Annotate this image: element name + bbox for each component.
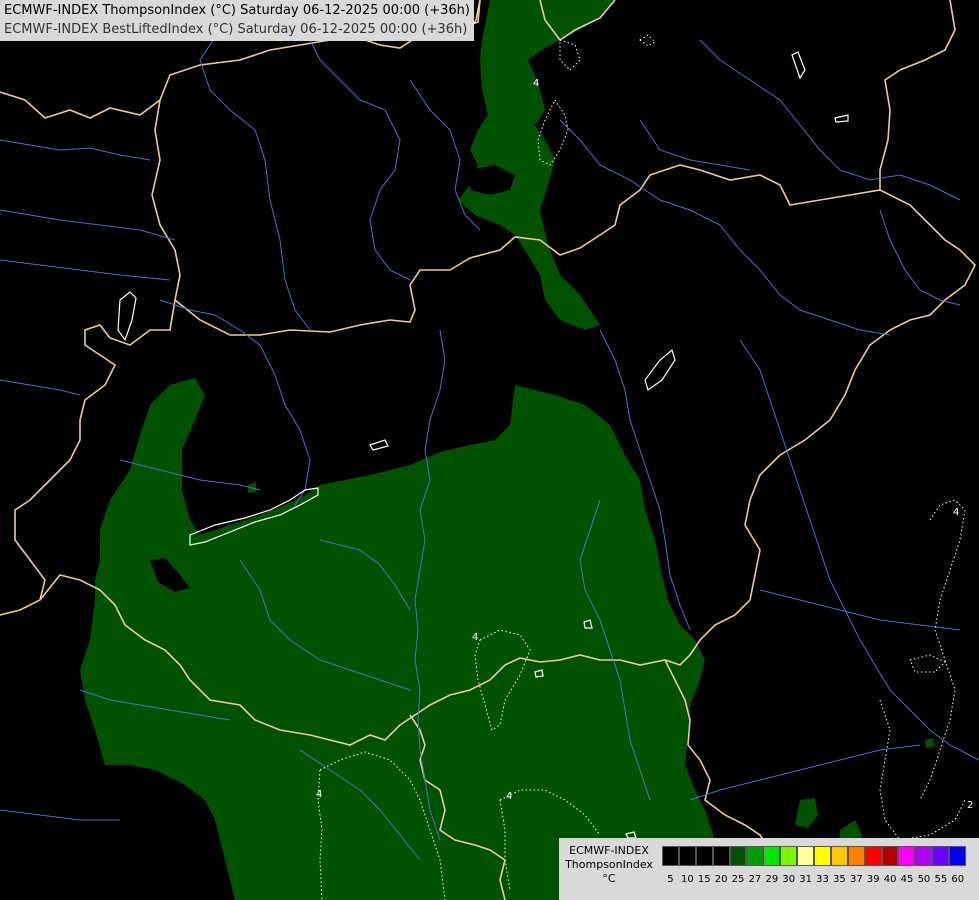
contour-label: 4 <box>316 789 322 800</box>
legend-title-line: ECMWF-INDEX <box>569 844 649 857</box>
legend-tick-label: 37 <box>849 874 863 885</box>
legend-swatch <box>932 846 950 866</box>
legend-tick-label: 31 <box>799 874 813 885</box>
legend-swatch <box>881 846 899 866</box>
legend-title: ECMWF-INDEX ThompsonIndex °C <box>559 844 659 886</box>
legend-swatch <box>763 846 781 866</box>
legend-swatch <box>662 846 679 866</box>
legend-tick-label: 25 <box>731 874 745 885</box>
legend-tick-label: 15 <box>697 874 711 885</box>
legend-swatch <box>695 846 713 866</box>
legend-tick-label: 55 <box>934 874 948 885</box>
legend-tick-label: 10 <box>680 874 694 885</box>
legend-swatch <box>898 846 916 866</box>
field-northern-band <box>458 0 615 330</box>
legend-tick-label: 27 <box>748 874 762 885</box>
legend-swatch <box>729 846 747 866</box>
index-field <box>80 0 935 900</box>
legend-tick-label: 5 <box>667 874 674 885</box>
legend-tick-label: 29 <box>765 874 779 885</box>
legend-title-line: °C <box>602 872 616 885</box>
map-header: ECMWF-INDEX ThompsonIndex (°C) Saturday … <box>0 0 474 41</box>
legend-tick-label: 20 <box>714 874 728 885</box>
legend-swatch <box>780 846 798 866</box>
legend-tick-label: 60 <box>951 874 965 885</box>
header-line-thompson: ECMWF-INDEX ThompsonIndex (°C) Saturday … <box>4 3 470 18</box>
legend-tick-label: 35 <box>833 874 846 885</box>
legend-tick-label: 45 <box>900 874 914 885</box>
field-southeast-blob <box>795 798 818 828</box>
legend-swatches <box>662 846 967 866</box>
legend-swatch <box>712 846 730 866</box>
weather-map: 4 4 4 4 2 4 <box>0 0 979 900</box>
legend-swatch <box>915 846 933 866</box>
legend-tick-label: 30 <box>782 874 796 885</box>
field-east-dot <box>925 738 935 748</box>
legend-title-line: ThompsonIndex <box>565 858 653 871</box>
legend-swatch <box>797 846 815 866</box>
contour-label: 4 <box>506 791 512 802</box>
contour-label: 2 <box>967 800 973 811</box>
legend-swatch <box>678 846 696 866</box>
contour-label: 4 <box>533 78 539 89</box>
legend-swatch <box>864 846 882 866</box>
color-legend: ECMWF-INDEX ThompsonIndex °C 5 10 15 20 25 27… <box>559 838 979 900</box>
legend-tick-label: 39 <box>866 874 880 885</box>
legend-swatch <box>949 846 967 866</box>
legend-tick-label: 40 <box>883 874 897 885</box>
header-line-bestlifted: ECMWF-INDEX BestLiftedIndex (°C) Saturda… <box>4 22 468 37</box>
legend-swatch <box>830 846 848 866</box>
contour-label: 4 <box>472 632 478 643</box>
legend-swatch <box>847 846 865 866</box>
legend-tick-label: 50 <box>917 874 931 885</box>
field-main-area <box>80 378 715 900</box>
legend-tick-label: 33 <box>816 874 829 885</box>
legend-swatch <box>814 846 831 866</box>
contour-label: 4 <box>953 507 959 518</box>
legend-swatch <box>746 846 764 866</box>
